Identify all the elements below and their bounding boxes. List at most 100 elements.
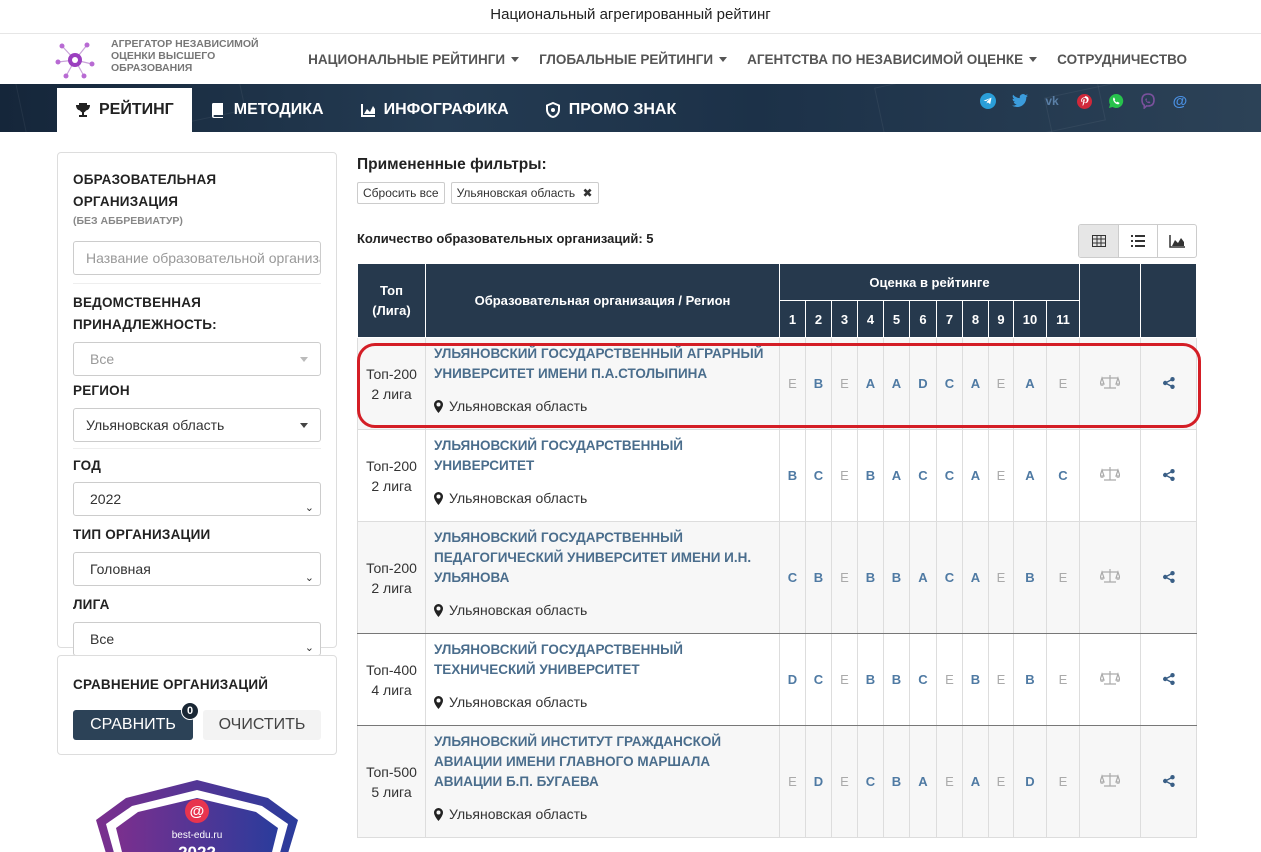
- org-region: Ульяновская область: [434, 490, 771, 506]
- scale-compare-icon[interactable]: [1099, 467, 1121, 481]
- logo-text[interactable]: АГРЕГАТОР НЕЗАВИСИМОЙ ОЦЕНКИ ВЫСШЕГО ОБР…: [111, 38, 281, 74]
- grade-cell: E: [988, 725, 1014, 838]
- share-icon[interactable]: [1162, 376, 1175, 389]
- year-select[interactable]: 2022 ⌄: [73, 482, 321, 516]
- map-marker-icon: [434, 603, 443, 617]
- grade-cell: E: [831, 725, 858, 838]
- grade-cell: E: [831, 521, 858, 634]
- grade-cell: D: [909, 337, 937, 430]
- vk-icon[interactable]: vk: [1043, 92, 1061, 110]
- tab-rating[interactable]: РЕЙТИНГ: [57, 88, 192, 132]
- grade-cell: A: [883, 429, 910, 522]
- menu-cooperation[interactable]: СОТРУДНИЧЕСТВО: [1057, 52, 1187, 67]
- reset-filters-button[interactable]: Сбросить все: [357, 182, 445, 204]
- menu-global-ratings[interactable]: ГЛОБАЛЬНЫЕ РЕЙТИНГИ: [539, 51, 728, 67]
- compare-button[interactable]: СРАВНИТЬ: [73, 710, 193, 740]
- grade-cell: A: [1013, 429, 1047, 522]
- scale-compare-icon[interactable]: [1099, 773, 1121, 787]
- type-select[interactable]: Головная ⌄: [73, 552, 321, 586]
- org-name-link[interactable]: УЛЬЯНОВСКИЙ ИНСТИТУТ ГРАЖДАНСКОЙ АВИАЦИИ…: [434, 732, 771, 792]
- tab-methodology[interactable]: МЕТОДИКА: [192, 88, 342, 132]
- grade-cell: B: [962, 633, 989, 726]
- top-value: Топ-200: [366, 365, 417, 382]
- email-icon[interactable]: @: [1171, 92, 1189, 110]
- org-name-link[interactable]: УЛЬЯНОВСКИЙ ГОСУДАРСТВЕННЫЙ ТЕХНИЧЕСКИЙ …: [434, 640, 771, 680]
- grade-cell: E: [779, 337, 806, 430]
- table-row: Топ-400 4 лига УЛЬЯНОВСКИЙ ГОСУДАРСТВЕННЫЙ…: [357, 633, 1197, 726]
- score-col-header: 9: [988, 300, 1014, 338]
- grade-cell: A: [962, 521, 989, 634]
- chevron-down-icon: [300, 357, 308, 362]
- pinterest-icon[interactable]: [1075, 92, 1093, 110]
- share-icon[interactable]: [1162, 672, 1175, 685]
- share-icon[interactable]: [1162, 570, 1175, 583]
- score-col-header: 3: [831, 300, 858, 338]
- dept-select[interactable]: Все: [73, 342, 321, 376]
- chevron-down-icon: ⌄: [304, 502, 314, 514]
- menu-agencies[interactable]: АГЕНТСТВА ПО НЕЗАВИСИМОЙ ОЦЕНКЕ: [747, 52, 1038, 67]
- org-filter-sublabel: (БЕЗ АББРЕВИАТУР): [73, 215, 183, 227]
- grade-cell: A: [962, 337, 989, 430]
- tab-infographics[interactable]: ИНФОГРАФИКА: [342, 88, 527, 132]
- promo-site: best-edu.ru: [172, 830, 223, 841]
- region-value: Ульяновская область: [449, 602, 588, 618]
- grade-cell: C: [1046, 429, 1080, 522]
- org-region: Ульяновская область: [434, 602, 771, 618]
- chevron-down-icon: [719, 57, 728, 63]
- scale-compare-icon[interactable]: [1099, 569, 1121, 583]
- org-name-link[interactable]: УЛЬЯНОВСКИЙ ГОСУДАРСТВЕННЫЙ УНИВЕРСИТЕТ: [434, 436, 771, 476]
- menu-label: ГЛОБАЛЬНЫЕ РЕЙТИНГИ: [539, 51, 714, 67]
- scale-compare-icon[interactable]: [1099, 375, 1121, 389]
- org-cell: УЛЬЯНОВСКИЙ ГОСУДАРСТВЕННЫЙ ТЕХНИЧЕСКИЙ …: [425, 633, 780, 726]
- col-compare-header: [1079, 263, 1141, 338]
- grade-cell: E: [988, 337, 1014, 430]
- grade-cell: C: [857, 725, 884, 838]
- promo-badge[interactable]: @ best-edu.ru 2022: [96, 780, 298, 852]
- score-col-header: 4: [857, 300, 884, 338]
- league-select[interactable]: Все ⌄: [73, 622, 321, 656]
- clear-button[interactable]: ОЧИСТИТЬ: [203, 710, 321, 740]
- scale-compare-icon[interactable]: [1099, 671, 1121, 685]
- list-view-button[interactable]: [1118, 225, 1157, 257]
- view-toggle: [1078, 224, 1197, 258]
- divider: [73, 283, 321, 284]
- section-tabs: РЕЙТИНГ МЕТОДИКА ИНФОГРАФИКА ПРОМО ЗНАК: [57, 88, 694, 132]
- divider: [73, 448, 321, 449]
- logo-icon[interactable]: [54, 40, 96, 80]
- league-select-value: Все: [90, 631, 115, 647]
- table-row: Топ-500 5 лига УЛЬЯНОВСКИЙ ИНСТИТУТ ГРАЖДА…: [357, 725, 1197, 838]
- twitter-icon[interactable]: [1011, 92, 1029, 110]
- telegram-icon[interactable]: [979, 92, 997, 110]
- score-col-header: 7: [936, 300, 963, 338]
- score-col-header: 8: [962, 300, 989, 338]
- type-select-value: Головная: [90, 561, 151, 577]
- tab-promo[interactable]: ПРОМО ЗНАК: [527, 88, 695, 132]
- share-icon[interactable]: [1162, 468, 1175, 481]
- league-filter-label: ЛИГА: [73, 597, 110, 612]
- org-region: Ульяновская область: [434, 398, 771, 414]
- grid-view-button[interactable]: [1079, 225, 1118, 257]
- grade-cell: A: [962, 429, 989, 522]
- grade-cell: D: [1013, 725, 1047, 838]
- close-icon[interactable]: ✖: [583, 186, 593, 200]
- org-search-input[interactable]: Название образовательной организации: [73, 241, 321, 275]
- grade-cell: E: [831, 633, 858, 726]
- org-name-link[interactable]: УЛЬЯНОВСКИЙ ГОСУДАРСТВЕННЫЙ ПЕДАГОГИЧЕСК…: [434, 528, 771, 588]
- grade-cell: B: [857, 521, 884, 634]
- chart-view-button[interactable]: [1157, 225, 1196, 257]
- grade-cell: A: [1013, 337, 1047, 430]
- viber-icon[interactable]: [1139, 92, 1157, 110]
- table-row: Топ-200 2 лига УЛЬЯНОВСКИЙ ГОСУДАРСТВЕННЫЙ…: [357, 337, 1197, 430]
- menu-national-ratings[interactable]: НАЦИОНАЛЬНЫЕ РЕЙТИНГИ: [308, 52, 520, 67]
- grade-cell: E: [831, 337, 858, 430]
- grade-cell: A: [883, 337, 910, 430]
- org-name-link[interactable]: УЛЬЯНОВСКИЙ ГОСУДАРСТВЕННЫЙ АГРАРНЫЙ УНИ…: [434, 344, 771, 384]
- share-icon[interactable]: [1162, 774, 1175, 787]
- region-select[interactable]: Ульяновская область: [73, 408, 321, 442]
- map-marker-icon: [434, 695, 443, 709]
- chevron-down-icon: [1029, 57, 1038, 63]
- active-filter-chip[interactable]: Ульяновская область ✖: [450, 182, 599, 204]
- applied-filters-title: Примененные фильтры:: [357, 156, 547, 173]
- whatsapp-icon[interactable]: [1107, 92, 1125, 110]
- org-filter-label: ОБРАЗОВАТЕЛЬНАЯ ОРГАНИЗАЦИЯ: [73, 172, 217, 209]
